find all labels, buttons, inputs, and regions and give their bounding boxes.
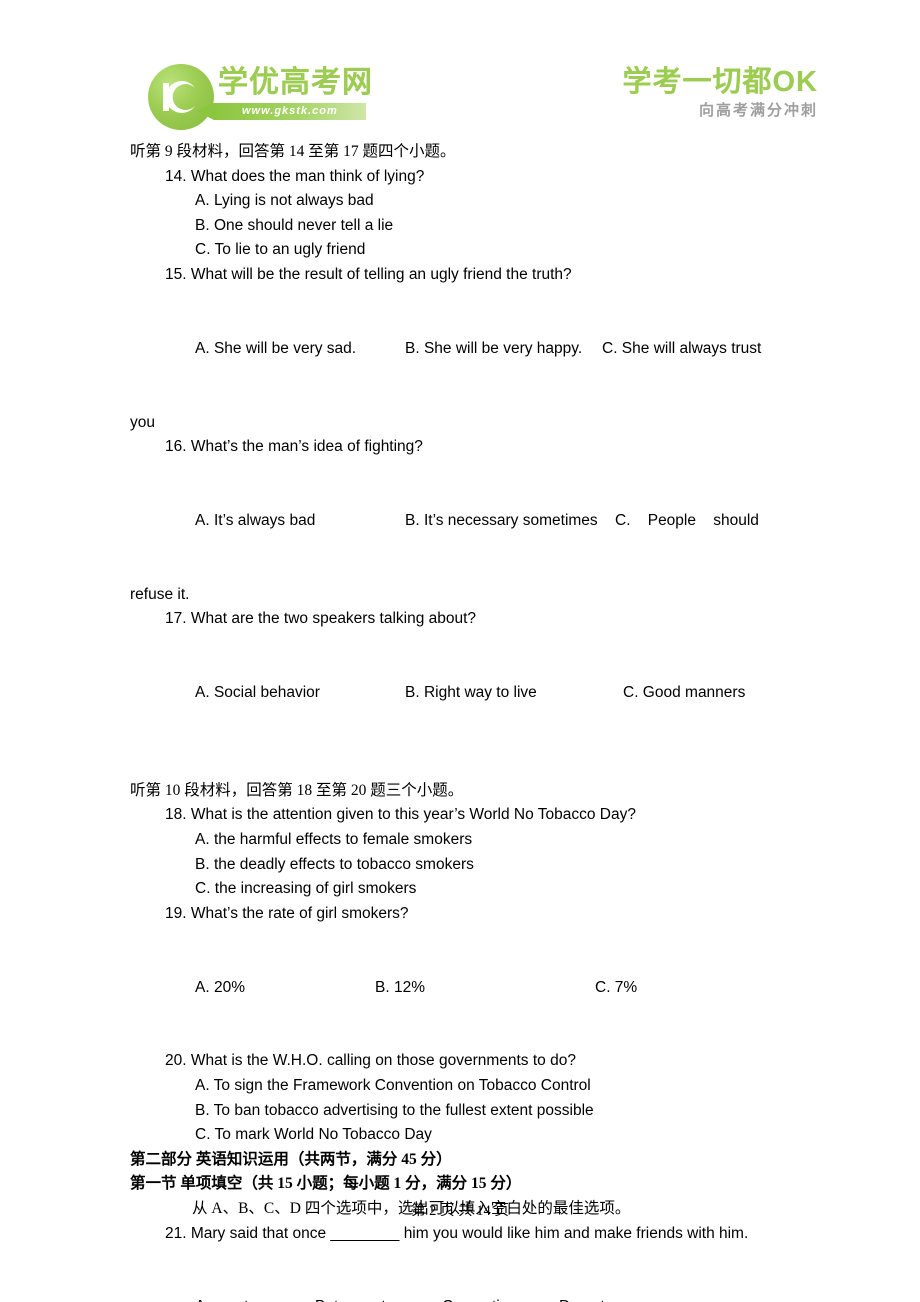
part2-section1-heading: 第一节 单项填空（共 15 小题；每小题 1 分，满分 15 分） (130, 1175, 522, 1193)
question-option-18-a: A. the harmful effects to female smokers (195, 831, 473, 849)
question-stem-16: 16. What’s the man’s idea of fighting? (165, 438, 423, 456)
site-url-banner: www.gkstk.com (196, 103, 366, 120)
question-option-15-c: C. She will always trust (602, 339, 762, 357)
question-stem-19: 19. What’s the rate of girl smokers? (165, 904, 409, 922)
question-option-20-c: C. To mark World No Tobacco Day (195, 1126, 432, 1144)
question-stem-20: 20. What is the W.H.O. calling on those … (165, 1052, 576, 1070)
question-option-19-b: B. 12% (375, 978, 425, 996)
page-footer: 第 2 页 共 14 页 (0, 1200, 920, 1222)
question-option-17-c: C. Good manners (623, 684, 746, 702)
part2-heading: 第二部分 英语知识运用（共两节，满分 45 分） (130, 1150, 452, 1168)
logo-c-mark-icon (148, 64, 214, 130)
question-stem-15: 15. What will be the result of telling a… (165, 265, 572, 283)
question-option-18-c: C. the increasing of girl smokers (195, 880, 417, 898)
question-option-16-c: C. People should (615, 511, 759, 529)
option-row-16: A. It’s always bad B. It’s necessary som… (195, 509, 855, 534)
question-option-17-b: B. Right way to live (405, 684, 537, 702)
question-options-21: A. meet B. to meet C. meeting D. met (130, 1246, 790, 1302)
question-option-15-b: B. She will be very happy. (405, 339, 583, 357)
question-option-21-a: A. meet (195, 1295, 315, 1302)
question-stem-17: 17. What are the two speakers talking ab… (165, 610, 477, 628)
question-options-15: A. She will be very sad. B. She will be … (130, 288, 790, 411)
option-row-15: A. She will be very sad. B. She will be … (195, 337, 855, 362)
question-option-16-a: A. It’s always bad (195, 511, 316, 529)
site-slogan: 学考一切都OK 向高考满分冲刺 (588, 64, 818, 132)
exam-page: 学优高考网 www.gkstk.com 学考一切都OK 向高考满分冲刺 听第 9… (0, 0, 920, 1302)
question-option-20-b: B. To ban tobacco advertising to the ful… (195, 1101, 594, 1119)
question-option-20-a: A. To sign the Framework Convention on T… (195, 1076, 591, 1094)
question-options-16: A. It’s always bad B. It’s necessary som… (130, 460, 790, 583)
slogan-sub-text: 向高考满分冲刺 (698, 102, 818, 119)
logo-glyph-icon (163, 81, 195, 113)
question-option-14-a: A. Lying is not always bad (195, 192, 374, 210)
document-body: 听第 9 段材料，回答第 14 至第 17 题四个小题。 14. What do… (130, 140, 790, 1302)
question-option-16-c-wrap: refuse it. (130, 585, 190, 603)
question-stem-21: 21. Mary said that once ________ him you… (165, 1224, 749, 1242)
page-header: 学优高考网 www.gkstk.com 学考一切都OK 向高考满分冲刺 (0, 0, 920, 138)
question-option-14-c: C. To lie to an ugly friend (195, 241, 366, 259)
question-options-19: A. 20% B. 12% C. 7% (130, 926, 790, 1049)
question-stem-14: 14. What does the man think of lying? (165, 167, 425, 185)
question-option-14-b: B. One should never tell a lie (195, 216, 394, 234)
question-option-15-c-wrap: you (130, 413, 155, 431)
question-option-17-a: A. Social behavior (195, 684, 320, 702)
slogan-main-text: 学考一切都OK (588, 64, 818, 100)
option-row-19: A. 20% B. 12% C. 7% (195, 976, 855, 1001)
question-option-19-a: A. 20% (195, 978, 245, 996)
question-stem-18: 18. What is the attention given to this … (165, 806, 636, 824)
option-row-21: A. meet B. to meet C. meeting D. met (195, 1295, 855, 1302)
site-url-text: www.gkstk.com (242, 105, 338, 117)
page-number-label: 第 2 页 共 14 页 (411, 1203, 509, 1219)
site-logo-text: 学优高考网 (218, 66, 373, 99)
listening-section-10-heading: 听第 10 段材料，回答第 18 至第 20 题三个小题。 (130, 781, 464, 799)
question-option-21-b: B. to meet (315, 1295, 442, 1302)
option-row-17: A. Social behavior B. Right way to live … (195, 681, 855, 706)
site-logo: 学优高考网 www.gkstk.com (148, 62, 372, 134)
question-options-17: A. Social behavior B. Right way to live … (130, 632, 790, 755)
question-option-21-d: D. met (559, 1295, 605, 1302)
question-option-21-c: C. meeting (442, 1295, 559, 1302)
question-option-19-c: C. 7% (595, 978, 638, 996)
question-option-18-b: B. the deadly effects to tobacco smokers (195, 855, 474, 873)
question-option-15-a: A. She will be very sad. (195, 339, 357, 357)
listening-section-9-heading: 听第 9 段材料，回答第 14 至第 17 题四个小题。 (130, 143, 456, 160)
question-option-16-b: B. It’s necessary sometimes (405, 511, 598, 529)
